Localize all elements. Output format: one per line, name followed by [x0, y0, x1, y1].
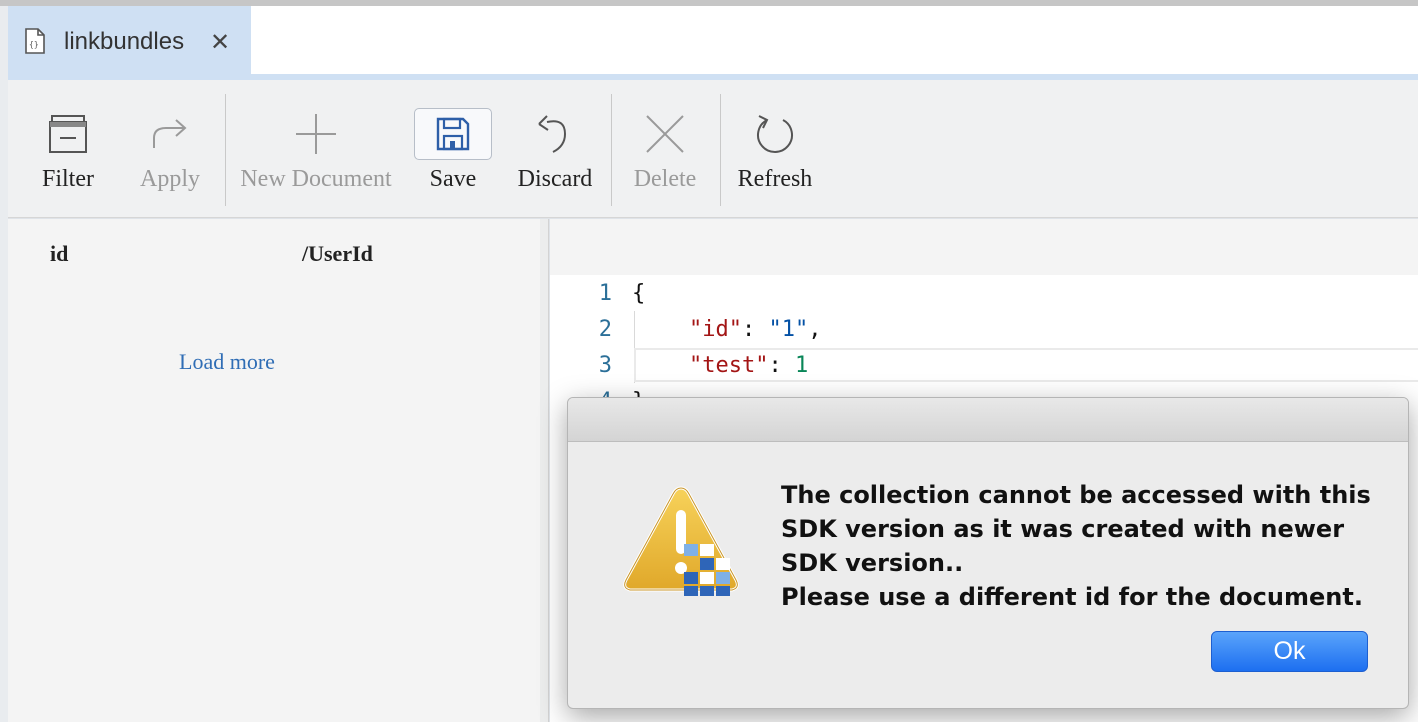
ok-button[interactable]: Ok — [1211, 631, 1368, 672]
refresh-button[interactable]: Refresh — [736, 80, 814, 218]
toolbar-separator — [720, 94, 721, 206]
new-document-button[interactable]: New Document — [238, 80, 394, 218]
svg-text:{}: {} — [29, 40, 39, 49]
code-line-2: "id": "1", — [689, 317, 821, 342]
document-icon: {} — [25, 28, 45, 54]
floppy-disk-icon — [436, 117, 470, 151]
dialog-message-line: The collection cannot be accessed with t… — [781, 481, 1371, 509]
pane-splitter[interactable] — [540, 219, 549, 722]
plus-icon — [296, 114, 336, 154]
discard-button[interactable]: Discard — [514, 80, 596, 218]
documents-list-pane: id /UserId Load more — [8, 219, 540, 722]
json-string-value: "1" — [768, 317, 809, 342]
line-number: 3 — [598, 353, 612, 378]
warning-icon — [623, 486, 739, 596]
dialog-message-line: Please use a different id for the docume… — [781, 583, 1363, 611]
toolbar-separator — [225, 94, 226, 206]
json-key: "test" — [689, 353, 769, 378]
apply-label: Apply — [140, 166, 200, 192]
column-header-partition-key[interactable]: /UserId — [302, 241, 373, 267]
code-brace-open: { — [632, 281, 646, 306]
json-colon: : — [768, 353, 795, 378]
tab-bar: {} linkbundles ✕ — [8, 6, 1418, 76]
code-line-1: { — [632, 281, 645, 306]
json-colon: : — [741, 317, 769, 342]
tab-linkbundles[interactable]: {} linkbundles ✕ — [8, 6, 251, 76]
dialog-message-line: SDK version.. — [781, 549, 964, 577]
toolbar: Filter Apply New Document Save Discard D… — [8, 80, 1418, 218]
dialog-message-line: SDK version as it was created with newer — [781, 515, 1345, 543]
delete-x-icon — [646, 115, 684, 153]
save-label: Save — [429, 166, 477, 192]
line-number: 1 — [598, 281, 612, 306]
delete-label: Delete — [633, 166, 697, 192]
column-header-id[interactable]: id — [50, 241, 68, 267]
save-button[interactable]: Save — [414, 80, 492, 218]
load-more-link[interactable]: Load more — [179, 349, 275, 375]
code-line-3: "test": 1 — [689, 353, 808, 378]
tab-label: linkbundles — [64, 28, 185, 55]
line-number: 2 — [598, 317, 612, 342]
delete-button[interactable]: Delete — [626, 80, 704, 218]
discard-label: Discard — [517, 166, 593, 192]
window-left-edge — [0, 6, 8, 722]
toolbar-separator — [611, 94, 612, 206]
dialog-title-bar[interactable] — [568, 398, 1408, 442]
error-dialog: The collection cannot be accessed with t… — [567, 397, 1409, 709]
redo-arrow-icon — [153, 119, 187, 148]
new-document-label: New Document — [240, 166, 392, 192]
apply-button[interactable]: Apply — [131, 80, 209, 218]
dialog-message: The collection cannot be accessed with t… — [781, 478, 1381, 614]
json-comma: , — [808, 317, 822, 342]
filter-icon — [49, 115, 87, 153]
editor-header — [550, 219, 1418, 275]
json-key: "id" — [689, 317, 742, 342]
filter-label: Filter — [42, 166, 94, 192]
close-icon[interactable]: ✕ — [210, 28, 230, 56]
undo-icon — [538, 115, 567, 153]
refresh-icon — [757, 115, 793, 153]
json-number-value: 1 — [794, 353, 809, 378]
refresh-label: Refresh — [737, 166, 813, 192]
filter-button[interactable]: Filter — [29, 80, 107, 218]
